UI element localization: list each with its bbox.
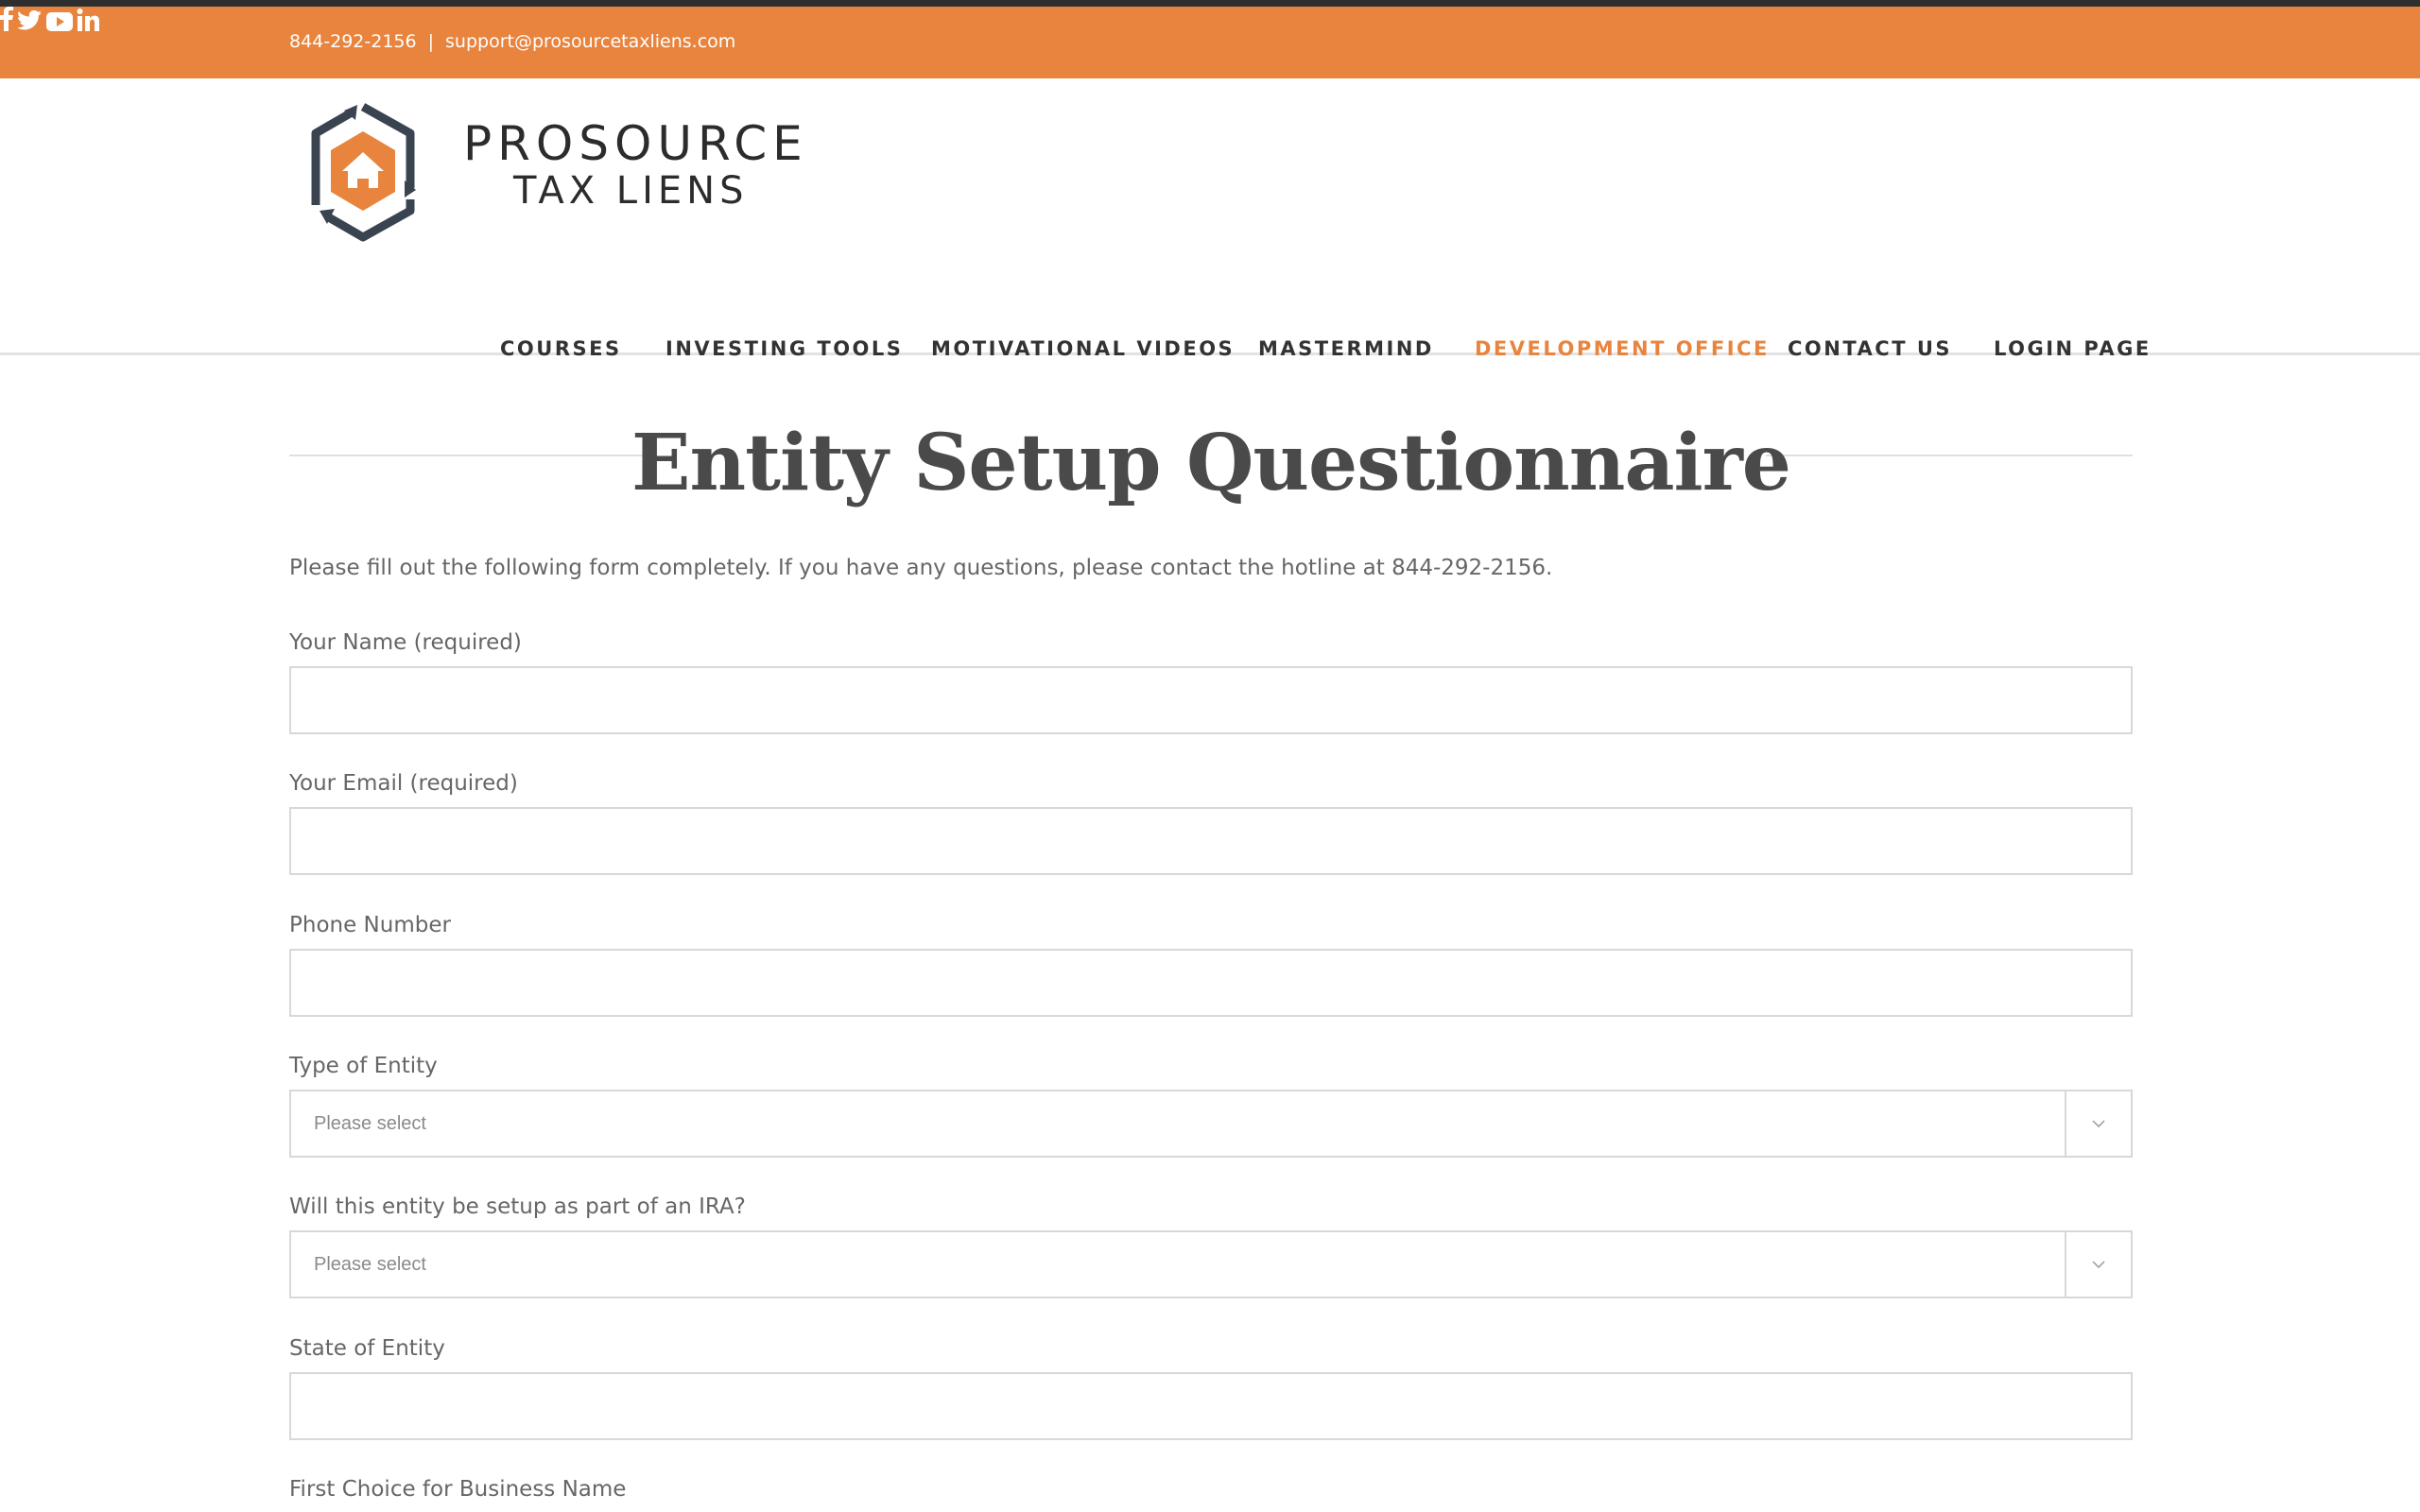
state-label: State of Entity xyxy=(289,1336,445,1361)
phone-field[interactable] xyxy=(289,949,2133,1017)
nav-contact-us[interactable]: CONTACT US xyxy=(1788,337,1952,360)
intro-text: Please fill out the following form compl… xyxy=(289,556,1553,580)
phone-label: Phone Number xyxy=(289,913,451,937)
logo-text-secondary: TAX LIENS xyxy=(513,169,749,213)
nav-login-page[interactable]: LOGIN PAGE xyxy=(1994,337,2152,360)
email-link[interactable]: support@prosourcetaxliens.com xyxy=(445,31,735,52)
name-field[interactable] xyxy=(289,666,2133,734)
state-field[interactable] xyxy=(289,1372,2133,1440)
page-title-block: Entity Setup Questionnaire xyxy=(289,408,2133,512)
business-name-label: First Choice for Business Name xyxy=(289,1477,627,1502)
chevron-down-icon xyxy=(2092,1120,2105,1127)
top-contact-bar: 844-292-2156 | support@prosourcetaxliens.c… xyxy=(0,7,2420,78)
logo-hexagon-icon xyxy=(311,103,416,242)
contact-info: 844-292-2156 | support@prosourcetaxliens.c… xyxy=(289,31,735,52)
email-label: Your Email (required) xyxy=(289,771,518,796)
phone-input[interactable] xyxy=(291,951,2131,1015)
facebook-icon[interactable] xyxy=(0,7,17,35)
contact-separator: | xyxy=(427,31,435,52)
entity-type-value: Please select xyxy=(314,1113,426,1134)
name-input[interactable] xyxy=(291,668,2131,732)
entity-type-dropdown-button[interactable] xyxy=(2065,1091,2131,1156)
nav-investing-tools[interactable]: INVESTING TOOLS xyxy=(666,337,903,360)
email-field[interactable] xyxy=(289,807,2133,875)
youtube-icon[interactable] xyxy=(45,12,77,35)
twitter-icon[interactable] xyxy=(17,9,45,35)
nav-courses[interactable]: COURSES xyxy=(500,337,622,360)
ira-select[interactable]: Please select xyxy=(289,1230,2133,1298)
nav-development-office[interactable]: DEVELOPMENT OFFICE xyxy=(1475,337,1770,360)
ira-label: Will this entity be setup as part of an … xyxy=(289,1194,746,1219)
ira-dropdown-button[interactable] xyxy=(2065,1232,2131,1297)
entity-type-label: Type of Entity xyxy=(289,1054,438,1078)
site-header: PROSOURCE TAX LIENS COURSES INVESTING TO… xyxy=(0,78,2420,360)
ira-value: Please select xyxy=(314,1254,426,1275)
email-input[interactable] xyxy=(291,809,2131,873)
nav-mastermind[interactable]: MASTERMIND xyxy=(1258,337,1434,360)
state-input[interactable] xyxy=(291,1374,2131,1438)
page-title: Entity Setup Questionnaire xyxy=(631,418,1791,508)
linkedin-icon[interactable] xyxy=(77,9,100,35)
nav-motivational-videos[interactable]: MOTIVATIONAL VIDEOS xyxy=(931,337,1235,360)
phone-link[interactable]: 844-292-2156 xyxy=(289,31,417,52)
chevron-down-icon xyxy=(2092,1261,2105,1268)
logo-text-primary: PROSOURCE xyxy=(463,116,808,171)
name-label: Your Name (required) xyxy=(289,630,522,655)
top-dark-strip xyxy=(0,0,2420,7)
entity-type-select[interactable]: Please select xyxy=(289,1090,2133,1158)
main-nav: COURSES INVESTING TOOLS MOTIVATIONAL VID… xyxy=(0,258,2420,360)
